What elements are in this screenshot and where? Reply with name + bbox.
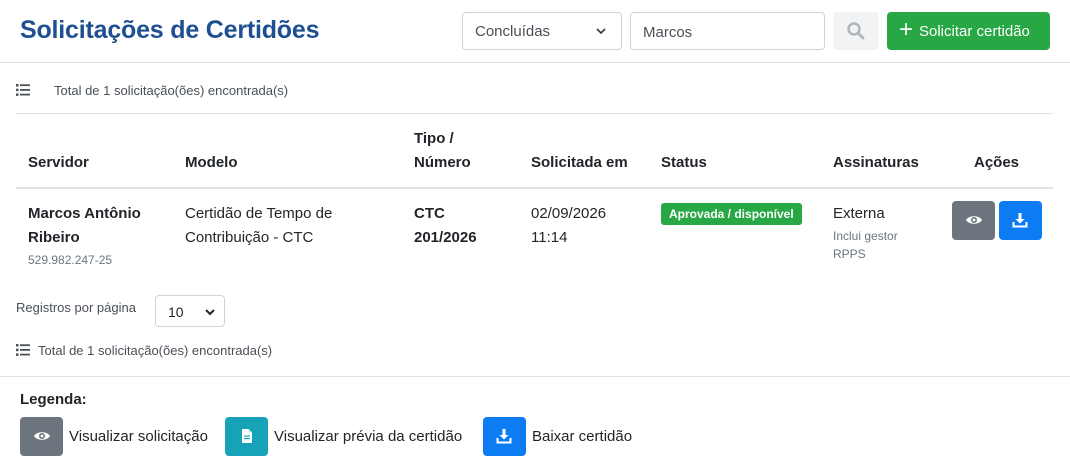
chevron-down-icon [205,309,215,316]
column-header-numero: Número [414,154,471,171]
search-input[interactable]: Marcos [630,12,825,50]
legend-download-certificate-label: Baixar certidão [532,428,633,445]
column-header-tipo: Tipo / [414,130,454,147]
status-filter-value: Concluídas [475,23,551,40]
request-time: 11:14 [531,229,568,246]
table-header-divider [16,187,1053,189]
servidor-name-line2: Ribeiro [28,229,80,246]
column-header-status: Status [661,154,707,171]
status-filter-select[interactable]: Concluídas [462,12,622,50]
search-input-value: Marcos [643,24,693,41]
legend-view-request-button [20,417,63,456]
search-icon [847,22,865,40]
plus-icon: + [899,16,914,43]
list-icon [16,344,30,356]
column-header-acoes: Ações [974,154,1020,171]
numero-value: 201/2026 [414,229,477,246]
download-icon [1012,213,1028,228]
legend-view-request-label: Visualizar solicitação [69,428,208,445]
per-page-select[interactable]: 10 [155,295,225,327]
request-date: 02/09/2026 [531,205,607,222]
column-header-assinaturas: Assinaturas [833,154,919,171]
eye-icon [34,432,50,440]
chevron-down-icon [596,28,606,35]
legend-divider [0,376,1070,377]
status-badge: Aprovada / disponível [661,203,802,225]
page-header: Solicitações de Certidões Concluídas Mar… [0,0,1070,63]
request-certificate-button[interactable]: + Solicitar certidão [887,12,1050,50]
eye-icon [966,216,982,224]
results-count-text: Total de 1 solicitação(ões) encontrada(s… [54,83,289,98]
results-count-text: Total de 1 solicitação(ões) encontrada(s… [38,343,273,358]
legend-preview-certificate-label: Visualizar prévia da certidão [274,428,463,445]
servidor-name-line1: Marcos Antônio [28,205,141,222]
signature-note-line1: Inclui gestor [833,229,898,243]
download-certificate-button[interactable] [999,201,1042,240]
view-request-button[interactable] [952,201,995,240]
search-button[interactable] [833,12,879,50]
servidor-cpf: 529.982.247-25 [28,253,113,267]
column-header-servidor: Servidor [28,154,89,171]
document-icon [242,429,252,443]
download-icon [496,429,512,444]
requests-table: Servidor Modelo Tipo / Número Solicitada… [16,113,1053,267]
signature-type: Externa [833,205,885,222]
modelo-line1: Certidão de Tempo de [185,205,333,222]
modelo-line2: Contribuição - CTC [185,229,314,246]
list-icon [16,84,30,96]
per-page-value: 10 [168,304,184,320]
column-header-solicitada: Solicitada em [531,154,628,171]
legend-title: Legenda: [20,391,87,408]
column-header-modelo: Modelo [185,154,238,171]
per-page-label: Registros por página [16,300,136,315]
request-certificate-label: Solicitar certidão [919,23,1030,40]
signature-note-line2: RPPS [833,247,866,261]
tipo-value: CTC [414,205,445,222]
page-title: Solicitações de Certidões [20,16,320,44]
legend-download-certificate-button [483,417,526,456]
legend-preview-certificate-button [225,417,268,456]
